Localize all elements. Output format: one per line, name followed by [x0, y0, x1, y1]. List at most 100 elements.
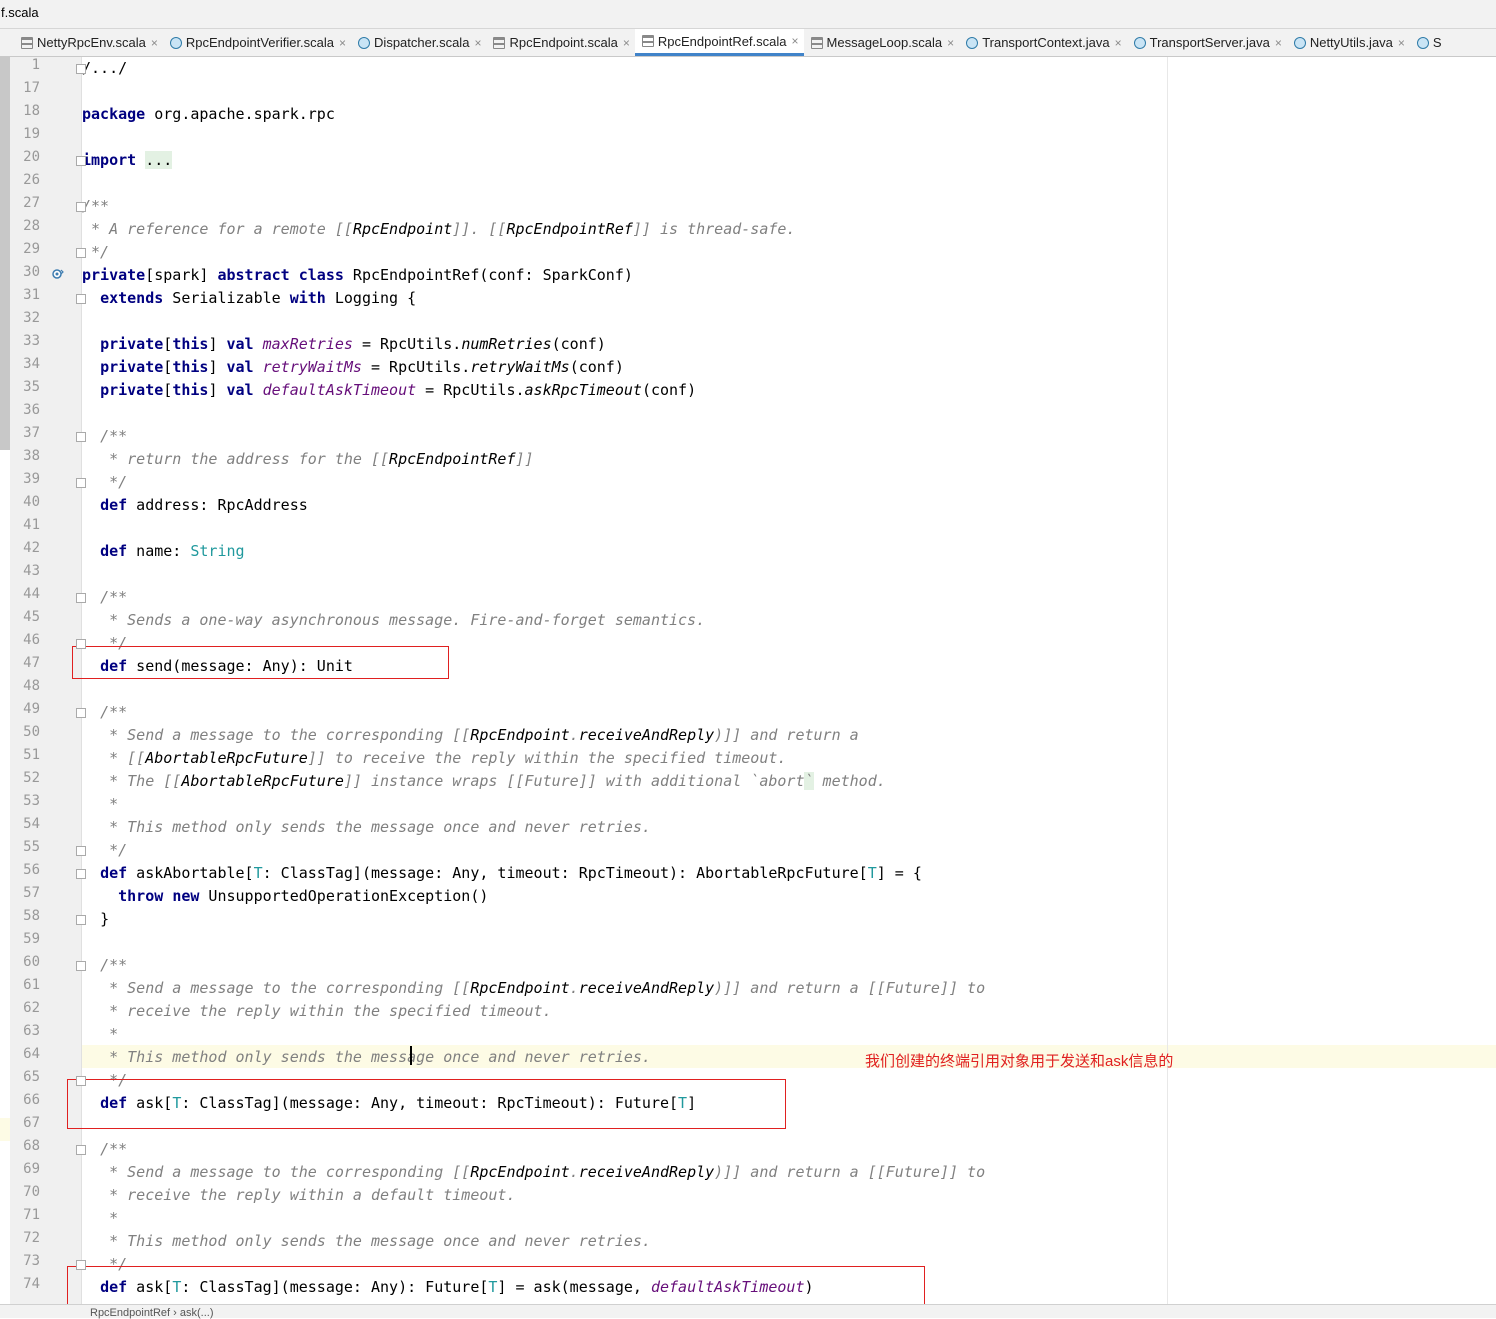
- line-number[interactable]: 31: [0, 287, 40, 310]
- close-icon[interactable]: ×: [792, 34, 799, 48]
- code-line-34[interactable]: private[this] val retryWaitMs = RpcUtils…: [82, 356, 1182, 379]
- code-line-38[interactable]: * return the address for the [[RpcEndpoi…: [82, 448, 1182, 471]
- code-line-63[interactable]: *: [82, 1023, 1182, 1046]
- fold-marker-icon[interactable]: [76, 846, 86, 856]
- code-line-29[interactable]: */: [82, 241, 1182, 264]
- close-icon[interactable]: ×: [1398, 36, 1405, 50]
- code-line-55[interactable]: */: [82, 839, 1182, 862]
- fold-marker-icon[interactable]: [76, 1260, 86, 1270]
- breadcrumb[interactable]: RpcEndpointRef › ask(...): [90, 1307, 214, 1319]
- line-number[interactable]: 49: [0, 701, 40, 724]
- implementation-marker-icon[interactable]: [52, 268, 64, 280]
- line-number[interactable]: 58: [0, 908, 40, 931]
- close-icon[interactable]: ×: [1275, 36, 1282, 50]
- code-line-60[interactable]: /**: [82, 954, 1182, 977]
- code-line-69[interactable]: * Send a message to the corresponding [[…: [82, 1161, 1182, 1184]
- code-line-42[interactable]: def name: String: [82, 540, 1182, 563]
- line-number[interactable]: 17: [0, 80, 40, 103]
- tab-nettyutils-java[interactable]: NettyUtils.java ×: [1287, 29, 1410, 56]
- close-icon[interactable]: ×: [339, 36, 346, 50]
- code-line-48[interactable]: [82, 678, 1182, 701]
- code-line-27[interactable]: /**: [82, 195, 1182, 218]
- code-line-57[interactable]: throw new UnsupportedOperationException(…: [82, 885, 1182, 908]
- code-line-56[interactable]: def askAbortable[T: ClassTag](message: A…: [82, 862, 1182, 885]
- fold-marker-icon[interactable]: [76, 915, 86, 925]
- code-line-28[interactable]: * A reference for a remote [[RpcEndpoint…: [82, 218, 1182, 241]
- code-line-72[interactable]: * This method only sends the message onc…: [82, 1230, 1182, 1253]
- line-number[interactable]: 35: [0, 379, 40, 402]
- line-number[interactable]: 65: [0, 1069, 40, 1092]
- code-line-44[interactable]: /**: [82, 586, 1182, 609]
- code-line-30[interactable]: private[spark] abstract class RpcEndpoin…: [82, 264, 1182, 287]
- code-line-37[interactable]: /**: [82, 425, 1182, 448]
- fold-marker-icon[interactable]: [76, 202, 86, 212]
- code-line-32[interactable]: [82, 310, 1182, 333]
- tab-rpcendpointref-scala[interactable]: RpcEndpointRef.scala ×: [634, 29, 804, 56]
- fold-marker-icon[interactable]: [76, 1076, 86, 1086]
- line-number[interactable]: 36: [0, 402, 40, 425]
- fold-marker-icon[interactable]: [76, 248, 86, 258]
- tab-s[interactable]: S: [1410, 29, 1447, 56]
- tab-transportcontext-java[interactable]: TransportContext.java ×: [959, 29, 1126, 56]
- line-number[interactable]: 40: [0, 494, 40, 517]
- fold-marker-icon[interactable]: [76, 64, 86, 74]
- fold-marker-icon[interactable]: [76, 639, 86, 649]
- line-number[interactable]: 72: [0, 1230, 40, 1253]
- code-line-61[interactable]: * Send a message to the corresponding [[…: [82, 977, 1182, 1000]
- line-number[interactable]: 38: [0, 448, 40, 471]
- line-number[interactable]: 50: [0, 724, 40, 747]
- line-number[interactable]: 19: [0, 126, 40, 149]
- folded-imports[interactable]: ...: [145, 151, 173, 169]
- code-line-50[interactable]: * Send a message to the corresponding [[…: [82, 724, 1182, 747]
- line-number[interactable]: 61: [0, 977, 40, 1000]
- code-line-58[interactable]: }: [82, 908, 1182, 931]
- line-number[interactable]: 30: [0, 264, 40, 287]
- fold-marker-icon[interactable]: [76, 1145, 86, 1155]
- line-number[interactable]: 42: [0, 540, 40, 563]
- line-number[interactable]: 54: [0, 816, 40, 839]
- code-line-70[interactable]: * receive the reply within a default tim…: [82, 1184, 1182, 1207]
- close-icon[interactable]: ×: [474, 36, 481, 50]
- code-line-39[interactable]: */: [82, 471, 1182, 494]
- tab-dispatcher-scala[interactable]: Dispatcher.scala ×: [351, 29, 486, 56]
- tab-transportserver-java[interactable]: TransportServer.java ×: [1127, 29, 1287, 56]
- line-number[interactable]: 43: [0, 563, 40, 586]
- code-line-20[interactable]: import ...: [82, 149, 1182, 172]
- line-number[interactable]: 44: [0, 586, 40, 609]
- code-line-18[interactable]: package org.apache.spark.rpc: [82, 103, 1182, 126]
- line-number[interactable]: 33: [0, 333, 40, 356]
- code-line-43[interactable]: [82, 563, 1182, 586]
- line-number[interactable]: 28: [0, 218, 40, 241]
- code-line-33[interactable]: private[this] val maxRetries = RpcUtils.…: [82, 333, 1182, 356]
- fold-marker-icon[interactable]: [76, 708, 86, 718]
- line-number[interactable]: 68: [0, 1138, 40, 1161]
- line-number[interactable]: 48: [0, 678, 40, 701]
- code-line-59[interactable]: [82, 931, 1182, 954]
- fold-marker-icon[interactable]: [76, 156, 86, 166]
- code-line-26[interactable]: [82, 172, 1182, 195]
- code-line-68[interactable]: /**: [82, 1138, 1182, 1161]
- line-number[interactable]: 67: [0, 1115, 40, 1138]
- line-number[interactable]: 34: [0, 356, 40, 379]
- code-line-45[interactable]: * Sends a one-way asynchronous message. …: [82, 609, 1182, 632]
- line-number[interactable]: 26: [0, 172, 40, 195]
- line-number[interactable]: 41: [0, 517, 40, 540]
- code-line-52[interactable]: * The [[AbortableRpcFuture]] instance wr…: [82, 770, 1182, 793]
- tab-rpcendpointverifier-scala[interactable]: RpcEndpointVerifier.scala ×: [163, 29, 351, 56]
- line-number[interactable]: 18: [0, 103, 40, 126]
- line-number[interactable]: 55: [0, 839, 40, 862]
- code-line-49[interactable]: /**: [82, 701, 1182, 724]
- code-line-54[interactable]: * This method only sends the message onc…: [82, 816, 1182, 839]
- line-number[interactable]: 52: [0, 770, 40, 793]
- line-number[interactable]: 60: [0, 954, 40, 977]
- line-number[interactable]: 29: [0, 241, 40, 264]
- code-line-41[interactable]: [82, 517, 1182, 540]
- code-line-40[interactable]: def address: RpcAddress: [82, 494, 1182, 517]
- line-number[interactable]: 62: [0, 1000, 40, 1023]
- code-line-35[interactable]: private[this] val defaultAskTimeout = Rp…: [82, 379, 1182, 402]
- fold-marker-icon[interactable]: [76, 478, 86, 488]
- code-line-51[interactable]: * [[AbortableRpcFuture]] to receive the …: [82, 747, 1182, 770]
- line-number[interactable]: 56: [0, 862, 40, 885]
- line-number[interactable]: 39: [0, 471, 40, 494]
- fold-marker-icon[interactable]: [76, 961, 86, 971]
